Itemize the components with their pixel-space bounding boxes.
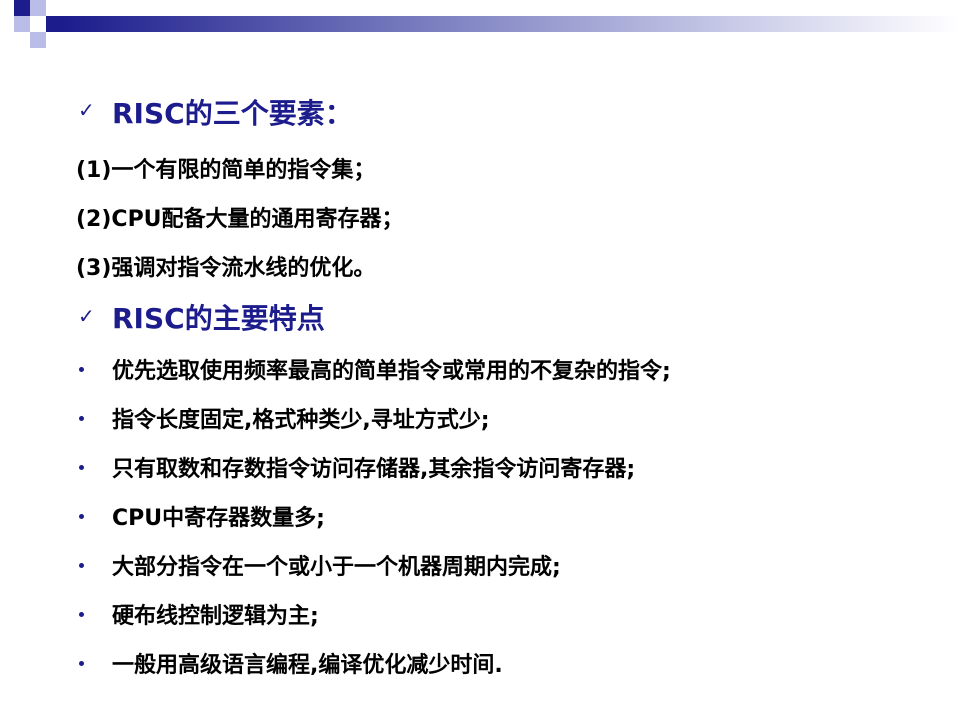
bullet-dot-icon — [79, 416, 84, 421]
section2-bullet-7: 一般用高级语言编程,编译优化减少时间. — [112, 653, 503, 678]
slide-content: ✓ RISC的三个要素： (1)一个有限的简单的指令集； (2)CPU配备大量的… — [0, 0, 960, 720]
bullet-dot-icon — [79, 367, 84, 372]
section2-bullet-1: 优先选取使用频率最高的简单指令或常用的不复杂的指令; — [112, 359, 671, 384]
section2-heading: RISC的主要特点 — [112, 302, 325, 335]
bullet-dot-icon — [79, 612, 84, 617]
section1-heading: RISC的三个要素： — [112, 97, 353, 130]
bullet-dot-icon — [79, 563, 84, 568]
section1-item-1: (1)一个有限的简单的指令集； — [76, 158, 376, 183]
section1-item-3: (3)强调对指令流水线的优化。 — [76, 256, 376, 281]
bullet-dot-icon — [79, 661, 84, 666]
section2-bullet-4: CPU中寄存器数量多; — [112, 506, 325, 531]
section2-bullet-3: 只有取数和存数指令访问存储器,其余指令访问寄存器; — [112, 457, 636, 482]
section1-item-2: (2)CPU配备大量的通用寄存器； — [76, 207, 404, 232]
section2-bullet-2: 指令长度固定,格式种类少,寻址方式少; — [112, 408, 490, 433]
section2-bullet-6: 硬布线控制逻辑为主; — [112, 604, 319, 629]
bullet-dot-icon — [79, 514, 84, 519]
checkmark-icon: ✓ — [78, 98, 95, 122]
section2-bullet-5: 大部分指令在一个或小于一个机器周期内完成; — [112, 555, 561, 580]
checkmark-icon: ✓ — [78, 304, 95, 328]
bullet-dot-icon — [79, 465, 84, 470]
